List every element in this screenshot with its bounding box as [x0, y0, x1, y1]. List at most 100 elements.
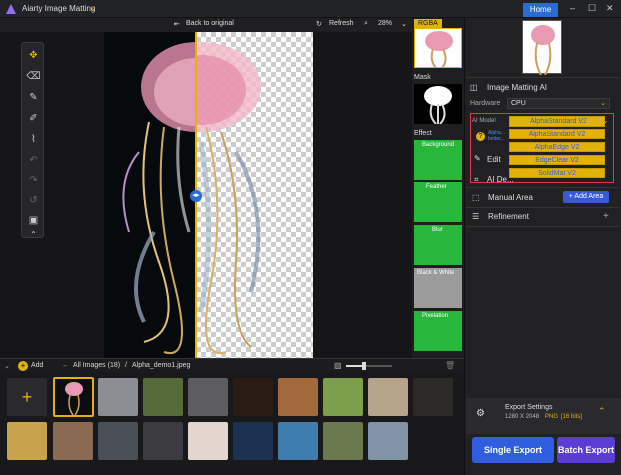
divider: [466, 77, 619, 78]
effect-background-label: Background: [422, 142, 455, 148]
model-option-solidmat[interactable]: SolidMat V2: [509, 168, 605, 178]
film-thumb-dogs[interactable]: [323, 378, 363, 416]
home-button[interactable]: Home: [523, 3, 558, 17]
refresh-icon[interactable]: ↻: [316, 20, 322, 28]
app-title: Aiarty Image Matting: [22, 4, 96, 13]
model-option-alphaedge[interactable]: AlphaEdge V2: [509, 142, 605, 152]
film-thumb-jellyfish[interactable]: [53, 377, 94, 417]
move-icon[interactable]: ✥: [25, 48, 42, 63]
ai-detect-label[interactable]: AI De...: [487, 175, 514, 184]
expand-filmstrip-icon[interactable]: ⌄: [4, 362, 10, 370]
ai-detect-icon: ⌗: [474, 175, 479, 184]
trash-icon[interactable]: 🗑: [445, 361, 455, 370]
fill-icon[interactable]: ⌇: [25, 132, 42, 147]
film-thumb-bicycle[interactable]: [143, 378, 183, 416]
eraser-icon[interactable]: ⌫: [25, 69, 42, 84]
film-thumb-hair[interactable]: [7, 422, 47, 460]
matted-image: [196, 32, 313, 358]
breadcrumb-all-images[interactable]: All Images (18): [73, 362, 120, 369]
breadcrumb-separator: /: [125, 362, 127, 369]
divider: [466, 187, 619, 188]
compare-slider-handle[interactable]: ◂▸: [190, 190, 202, 202]
divider: [466, 226, 619, 227]
batch-export-button[interactable]: Batch Export: [557, 437, 615, 463]
film-thumb-bride[interactable]: [98, 422, 138, 460]
film-thumb-monkey[interactable]: [278, 378, 318, 416]
refresh-button[interactable]: Refresh: [329, 20, 354, 27]
back-icon[interactable]: ⇤: [174, 20, 180, 28]
manual-area-label: Manual Area: [488, 193, 533, 202]
hardware-label: Hardware: [470, 100, 501, 107]
zoom-icon[interactable]: ⌕: [364, 20, 368, 28]
minimize-icon[interactable]: –: [570, 3, 575, 13]
add-button[interactable]: Add: [31, 362, 43, 369]
export-resolution: 1280 X 2048: [505, 414, 540, 420]
add-image-tile[interactable]: +: [7, 378, 47, 416]
hardware-select[interactable]: CPU ⌄: [507, 98, 610, 109]
fit-screen-icon[interactable]: ▣: [25, 213, 42, 228]
film-thumb-veil[interactable]: [368, 422, 408, 460]
export-expand-icon[interactable]: ⌃: [598, 406, 606, 417]
brush-icon[interactable]: ✎: [25, 90, 42, 105]
model-option-alphastandard[interactable]: AlphaStandard V2: [509, 129, 605, 139]
mask-thumbnail[interactable]: [414, 84, 462, 124]
add-icon[interactable]: +: [18, 361, 28, 371]
effect-bw-label: Black & White: [417, 270, 455, 276]
export-format: PNG: [545, 414, 559, 420]
zoom-level[interactable]: 28%: [378, 20, 392, 27]
ai-model-label: AI Model: [472, 118, 496, 124]
undo-icon[interactable]: ↶: [25, 153, 42, 168]
single-export-button[interactable]: Single Export: [472, 437, 554, 463]
rgba-tab[interactable]: RGBA: [414, 19, 442, 28]
edit-label[interactable]: Edit: [487, 155, 501, 164]
film-thumb-hands[interactable]: [188, 422, 228, 460]
filmstrip: +: [0, 372, 464, 475]
refinement-add-icon[interactable]: +: [603, 211, 609, 222]
matting-ai-title: Image Matting AI: [487, 83, 548, 92]
refinement-label: Refinement: [488, 212, 529, 221]
film-thumb-suits[interactable]: [143, 422, 183, 460]
restore-brush-icon[interactable]: ✐: [25, 111, 42, 126]
effect-blur-thumb[interactable]: Blur: [414, 225, 462, 265]
film-thumb-statue[interactable]: [188, 378, 228, 416]
film-thumb-dandelion[interactable]: [323, 422, 363, 460]
film-thumb-food[interactable]: [233, 378, 273, 416]
add-area-button[interactable]: + Add Area: [563, 191, 609, 203]
effect-feather-label: Feather: [426, 184, 447, 190]
effect-pixelation-thumb[interactable]: Pixelation: [414, 311, 462, 351]
film-thumb-necklace[interactable]: [413, 378, 453, 416]
app-logo-icon: [6, 4, 16, 14]
back-to-original-button[interactable]: Back to original: [186, 20, 234, 27]
collapse-icon[interactable]: ⌃: [25, 227, 42, 242]
export-settings-title: Export Settings: [505, 404, 553, 411]
back-arrow-icon[interactable]: ←: [62, 362, 69, 369]
thumbnail-size-slider[interactable]: [346, 362, 392, 370]
effect-background-thumb[interactable]: Background: [414, 140, 462, 180]
zoom-chevron-icon[interactable]: ⌄: [401, 20, 407, 28]
export-bits: [16 bits]: [561, 414, 583, 420]
redo-icon[interactable]: ↷: [25, 173, 42, 188]
ai-model-select[interactable]: AlphaStandard V2: [509, 116, 605, 127]
reset-icon[interactable]: ↺: [25, 193, 42, 208]
ai-model-chevron-icon[interactable]: ⌄: [602, 116, 609, 125]
filmstrip-bar: ⌄ + Add ← All Images (18) / Alpha_demo1.…: [0, 358, 464, 372]
help-icon[interactable]: ?: [476, 132, 485, 141]
rgba-thumbnail[interactable]: [414, 28, 462, 68]
film-thumb-sky[interactable]: [278, 422, 318, 460]
film-thumb-woman[interactable]: [368, 378, 408, 416]
model-option-edgeclear[interactable]: EdgeClear V2: [509, 155, 605, 165]
effect-feather-thumb[interactable]: Feather: [414, 182, 462, 222]
close-icon[interactable]: ✕: [606, 3, 614, 14]
matting-ai-icon: ◫: [470, 83, 478, 92]
ai-model-value: AlphaStandard V2: [530, 118, 587, 125]
film-thumb-man[interactable]: [53, 422, 93, 460]
maximize-icon[interactable]: ☐: [588, 3, 596, 14]
app-menu-chevron-icon[interactable]: ⌄: [90, 3, 97, 12]
canvas-toolbar: ⇤ Back to original ↻ Refresh ⌕ 28% ⌄: [0, 18, 412, 32]
film-thumb-animal[interactable]: [98, 378, 138, 416]
effect-bw-thumb[interactable]: Black & White: [414, 268, 462, 308]
film-thumb-figure[interactable]: [233, 422, 273, 460]
export-settings-icon: ⚙: [476, 408, 485, 419]
left-toolbar: ✥ ⌫ ✎ ✐ ⌇ ↶ ↷ ↺ ▣ ⌃: [21, 42, 44, 239]
hardware-value: CPU: [511, 100, 526, 107]
